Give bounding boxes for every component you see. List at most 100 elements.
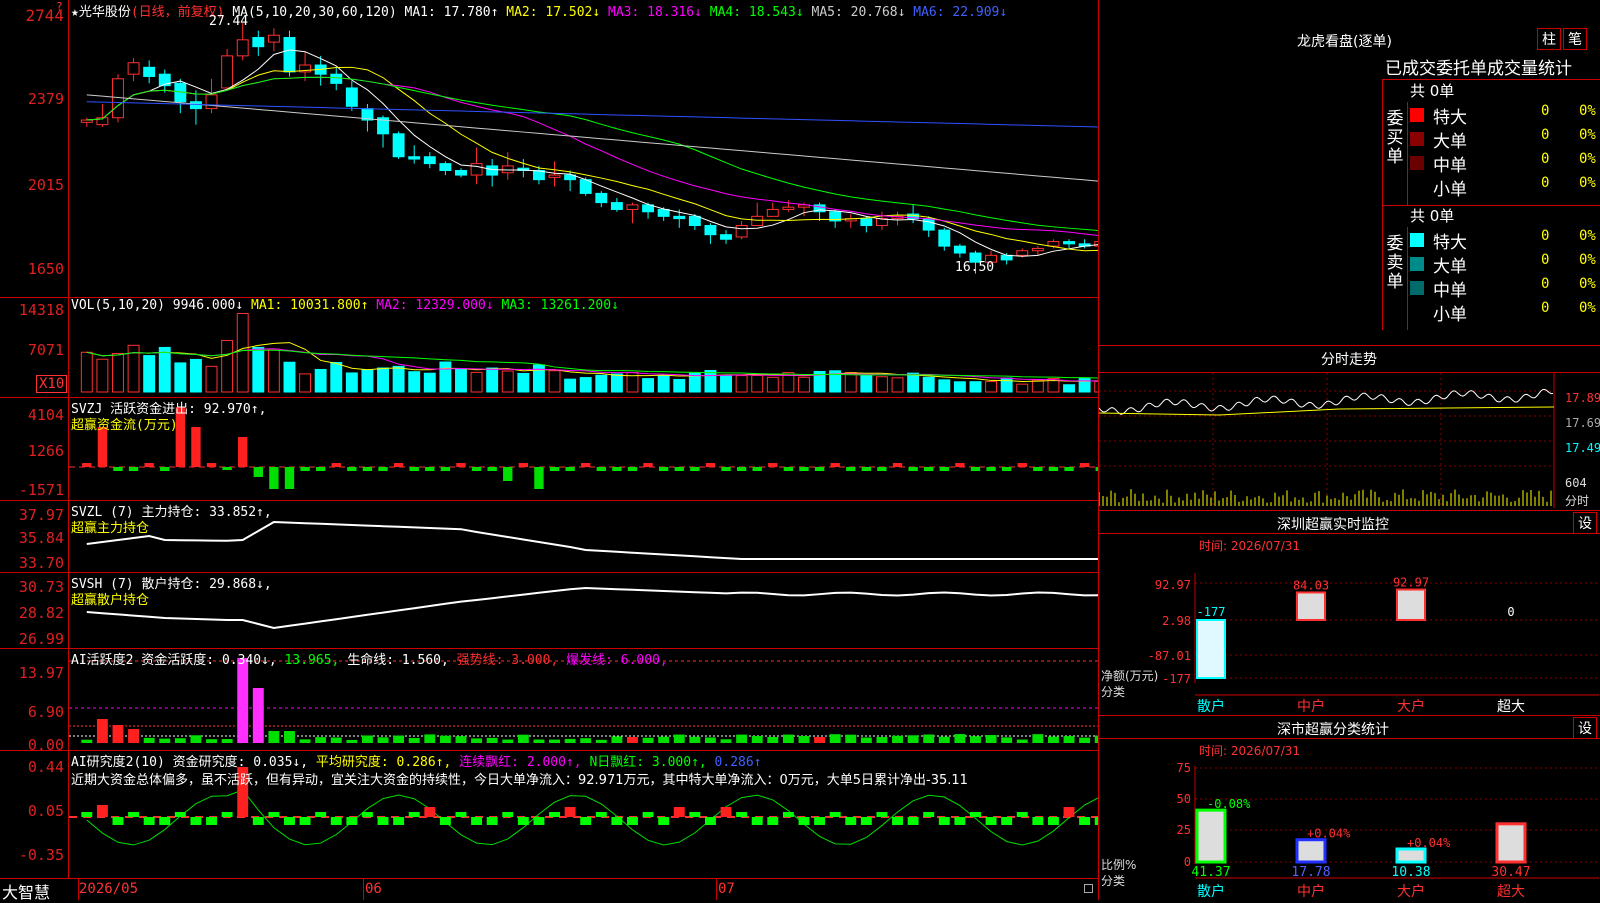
legend-item: AI研究度2(10) 资金研究度: 0.035↓,	[71, 755, 316, 770]
air-bar	[814, 817, 826, 825]
legend-item: N日飘红: 3.000↑,	[589, 755, 715, 770]
svzj-bar	[378, 467, 388, 471]
ma-line	[86, 76, 1098, 231]
volume-bar	[221, 339, 234, 393]
aia-bar	[486, 737, 498, 743]
longhu-name: 小单	[1433, 180, 1467, 200]
intraday-tick: 17.89	[1565, 391, 1600, 405]
intraday-vol-label: 分时	[1565, 494, 1590, 508]
sz-stat-bar	[1295, 838, 1327, 864]
ma-line	[86, 49, 1098, 257]
sz-stat-tick: 75	[1177, 761, 1191, 775]
intraday-panel[interactable]: 分时走势 17.89 17.69 17.49 604 分时	[1099, 346, 1600, 511]
sz-monitor-settings-button[interactable]: 设	[1573, 512, 1597, 534]
ai-active-axis: 13.97 6.90 0.00	[0, 648, 69, 754]
longhu-val: 0	[1541, 252, 1550, 268]
main-kline-panel[interactable]: ? 2744 2379 2015 1650 ★光华股份(日线，前复权) MA(5…	[0, 0, 1098, 298]
candle	[127, 62, 140, 75]
stock-name[interactable]: ★光华股份	[71, 5, 131, 20]
volume-bar	[392, 365, 405, 393]
aia-bar	[829, 734, 841, 743]
air-bar	[159, 817, 171, 825]
sz-stat-tick: 50	[1177, 792, 1191, 806]
air-bar	[845, 817, 857, 825]
longhu-name: 大单	[1433, 132, 1467, 152]
candle	[486, 165, 499, 176]
sz-monitor-panel[interactable]: 深圳超赢实时监控 设 时间: 2026/07/31 92.97 2.98 -87.0…	[1099, 511, 1600, 716]
aia-bar	[689, 736, 701, 743]
svzj-bar	[503, 467, 513, 481]
aia-bar	[1063, 736, 1075, 743]
candle	[330, 73, 343, 84]
candle	[922, 218, 935, 231]
ai-active-panel[interactable]: 13.97 6.90 0.00 AI活跃度2 资金活跃度: 0.340↓, 13…	[0, 648, 1098, 754]
sz-stat-settings-button[interactable]: 设	[1573, 717, 1597, 739]
svzj-bar	[518, 463, 529, 467]
svzj-bar	[222, 467, 232, 470]
aia-bar	[517, 734, 529, 743]
svzj-tick: 1266	[27, 442, 64, 460]
svzj-bar	[1064, 467, 1074, 471]
aia-bar	[704, 737, 716, 743]
air-bar	[860, 817, 872, 825]
svzj-bar	[690, 467, 700, 471]
intraday-tick: 17.69	[1565, 416, 1600, 430]
svsh-panel[interactable]: 30.73 28.82 26.99 SVSH (7) 散户持仓: 29.868↓…	[0, 572, 1098, 649]
svzl-tick: 33.70	[18, 554, 64, 572]
volume-bar	[610, 373, 623, 393]
volume-panel[interactable]: 14318 7071 X10 VOL(5,10,20) 9946.000↓ MA…	[0, 297, 1098, 398]
aia-bar	[720, 739, 732, 743]
longhu-val: 0	[1541, 127, 1550, 143]
candle	[688, 215, 701, 227]
sz-monitor-category: 散户	[1197, 698, 1225, 713]
svzj-bar	[986, 467, 996, 471]
tick-mode-button[interactable]: 笔	[1563, 28, 1587, 50]
air-bar	[517, 817, 529, 825]
svzj-panel[interactable]: 4104 1266 -1571 SVZJ 活跃资金进出: 92.970↑, 超赢…	[0, 397, 1098, 501]
ma-line	[86, 94, 1098, 182]
legend-item: MA(5,10,20,30,60,120)	[232, 5, 405, 20]
air-bar	[128, 812, 140, 817]
aia-bar	[112, 725, 124, 743]
date-label: 07	[718, 881, 735, 897]
air-bar	[611, 817, 623, 825]
air-bar	[112, 817, 124, 825]
svzj-bar	[877, 467, 887, 471]
longhu-val: 0	[1541, 300, 1550, 316]
bar-mode-button[interactable]: 柱	[1537, 28, 1561, 50]
candle	[205, 94, 218, 110]
legend-item: MA2: 12329.000↓	[376, 298, 502, 313]
aia-bar	[439, 735, 451, 743]
volume-bar	[735, 375, 748, 393]
air-bar	[720, 807, 732, 817]
legend-swatch	[1410, 156, 1424, 170]
volume-bar	[985, 381, 998, 393]
intraday-plot	[1099, 373, 1555, 508]
volume-bar	[875, 376, 888, 393]
air-bar	[502, 812, 514, 817]
svzl-panel[interactable]: 37.97 35.84 33.70 SVZL (7) 主力持仓: 33.852↑…	[0, 500, 1098, 573]
aia-bar	[330, 737, 342, 743]
sz-monitor-title: 深圳超赢实时监控	[1277, 517, 1389, 533]
air-bar	[299, 817, 311, 825]
longhu-panel[interactable]: 龙虎看盘(逐单) 柱 笔 已成交委托单成交量统计 委买单 共 0单 特大 0 0% 大…	[1099, 0, 1600, 346]
candle	[657, 208, 670, 217]
ai-research-panel[interactable]: 0.44 0.05 -0.35 AI研究度2(10) 资金研究度: 0.035↓…	[0, 750, 1098, 879]
candle	[439, 163, 452, 171]
sz-stat-panel[interactable]: 深市超赢分类统计 设 时间: 2026/07/31 75 50 25 0 -0.08% 4…	[1099, 716, 1600, 900]
volume-bar	[96, 358, 109, 393]
air-bar	[533, 817, 545, 825]
ai-research-legend: AI研究度2(10) 资金研究度: 0.035↓, 平均研究度: 0.286↑,…	[71, 751, 762, 770]
sz-stat-category: 超大	[1497, 884, 1525, 900]
air-bar	[1047, 817, 1059, 825]
air-bar	[829, 812, 841, 817]
volume-bar	[314, 368, 327, 393]
volume-bar	[408, 371, 421, 393]
intraday-title: 分时走势	[1321, 352, 1377, 368]
candle	[720, 234, 732, 240]
air-bar	[907, 817, 919, 825]
sz-monitor-category: 中户	[1297, 698, 1325, 713]
air-bar	[892, 817, 903, 825]
volume-bar	[486, 367, 499, 393]
ai-research-tick: 0.05	[27, 802, 64, 820]
